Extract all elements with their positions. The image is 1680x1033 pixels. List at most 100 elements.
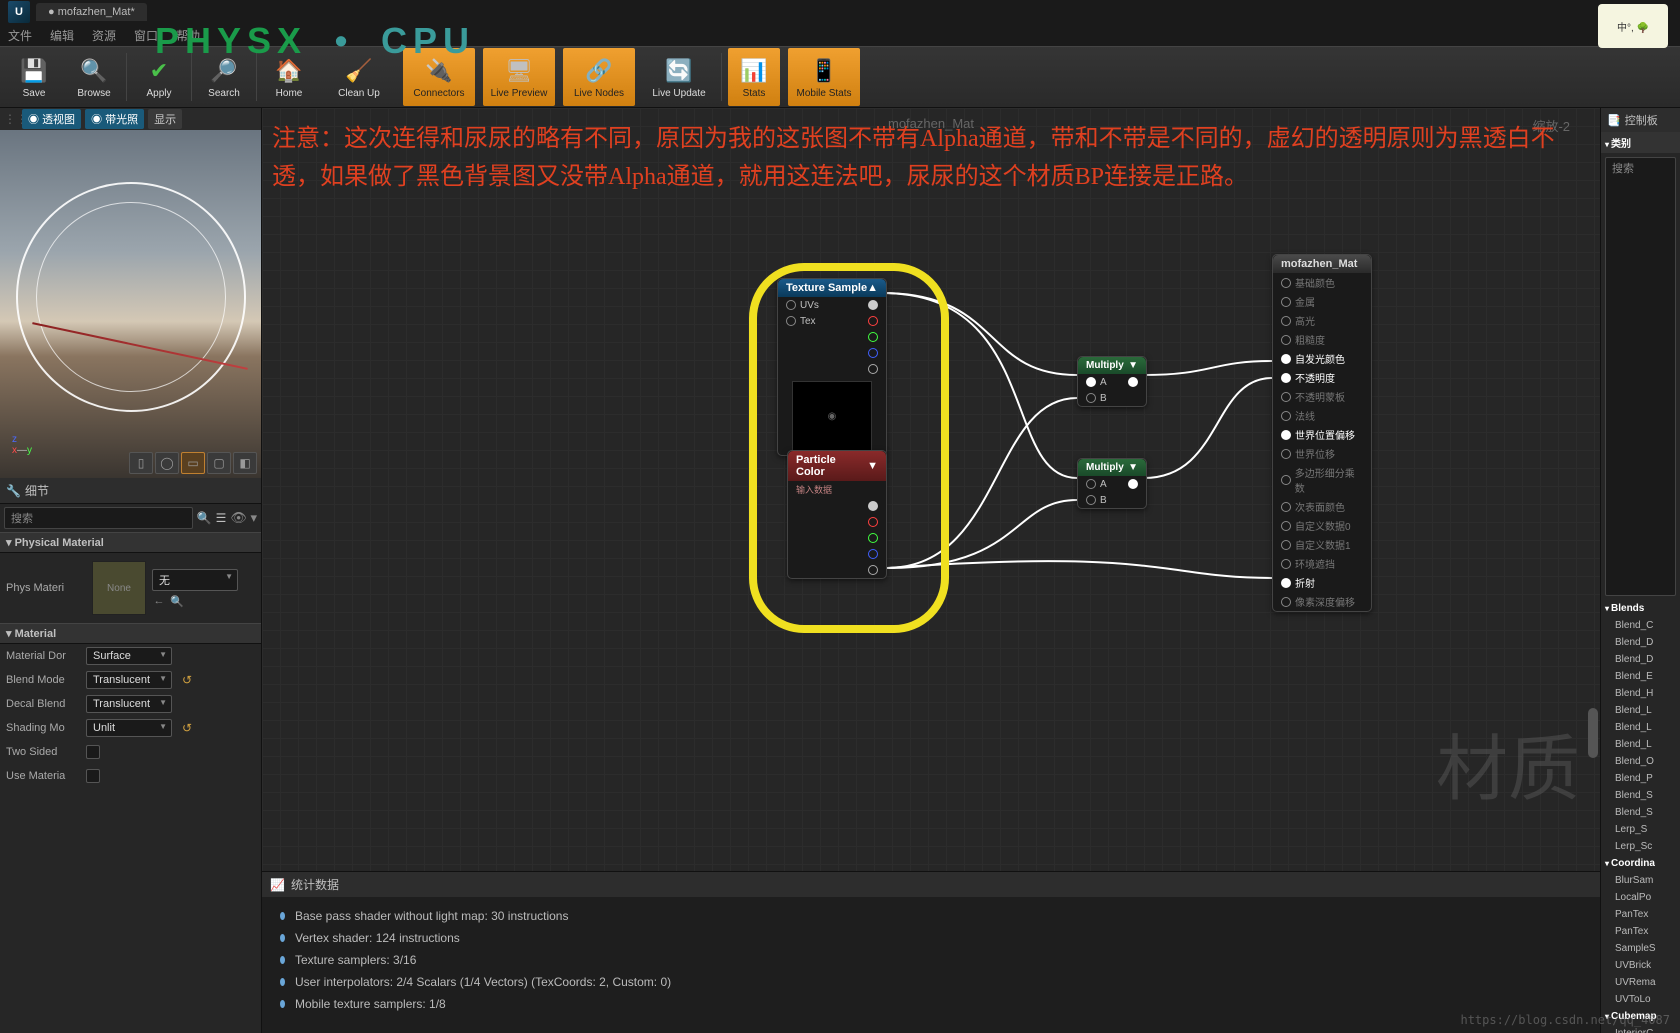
details-panel-header[interactable]: 🔧 细节 (0, 478, 261, 504)
shape-mesh-button[interactable]: ◧ (233, 452, 257, 474)
palette-search-input[interactable]: 搜索 (1605, 157, 1676, 596)
palette-group-header[interactable]: Blends (1601, 600, 1680, 617)
pin-out-alpha[interactable] (868, 364, 878, 374)
palette-header[interactable]: 📑控制板 (1601, 108, 1680, 132)
reset-icon[interactable]: ↺ (182, 721, 192, 735)
pin-out-alpha[interactable] (868, 565, 878, 575)
palette-item[interactable]: SampleS (1601, 940, 1680, 957)
live-preview-button[interactable]: 🖥Live Preview (483, 48, 555, 106)
menu-file[interactable]: 文件 (8, 27, 32, 44)
grip-icon[interactable]: ⋮⋮ (4, 112, 18, 126)
node-texture-sample[interactable]: Texture Sample▲ UVs Tex ◉ (777, 278, 887, 456)
asset-back-icon[interactable]: ← (152, 595, 166, 608)
node-material-result[interactable]: mofazhen_Mat 基础颜色金属高光粗糙度自发光颜色不透明度不透明蒙板法线… (1272, 254, 1372, 612)
shape-cylinder-button[interactable]: ▯ (129, 452, 153, 474)
pin-out[interactable] (1128, 479, 1138, 489)
stats-button[interactable]: 📊Stats (728, 48, 780, 106)
result-pin[interactable]: 自定义数据1 (1273, 535, 1371, 554)
result-pin[interactable]: 不透明蒙板 (1273, 387, 1371, 406)
decal-blend-dropdown[interactable]: Translucent (86, 695, 172, 713)
palette-item[interactable]: UVBrick (1601, 957, 1680, 974)
shape-cube-button[interactable]: ▢ (207, 452, 231, 474)
pin-b[interactable]: B (1100, 495, 1107, 506)
material-category[interactable]: ▾ Material (0, 623, 261, 644)
result-pin[interactable]: 不透明度 (1273, 368, 1371, 387)
document-tab[interactable]: ● mofazhen_Mat* (36, 3, 147, 21)
palette-item[interactable]: BlurSam (1601, 872, 1680, 889)
result-pin[interactable]: 多边形细分乘数 (1273, 463, 1371, 497)
visibility-icon[interactable]: 👁 ▾ (230, 510, 257, 526)
pin-out-red[interactable] (868, 316, 878, 326)
result-pin[interactable]: 世界位置偏移 (1273, 425, 1371, 444)
material-preview-viewport[interactable]: zx—y ▯ ◯ ▭ ▢ ◧ (0, 130, 261, 478)
use-material-checkbox[interactable] (86, 769, 100, 783)
node-multiply-2[interactable]: Multiply▼ A B (1077, 458, 1147, 509)
palette-item[interactable]: Blend_D (1601, 651, 1680, 668)
search-go-icon[interactable]: 🔍 (197, 511, 212, 525)
pin-out-red[interactable] (868, 517, 878, 527)
lighting-button[interactable]: ◉ 带光照 (85, 109, 144, 129)
pin-a[interactable]: A (1100, 479, 1107, 490)
details-search-input[interactable]: 搜索 (4, 507, 193, 529)
pin-out-blue[interactable] (868, 549, 878, 559)
palette-item[interactable]: Blend_L (1601, 702, 1680, 719)
palette-item[interactable]: UVRema (1601, 974, 1680, 991)
palette-item[interactable]: Lerp_S (1601, 821, 1680, 838)
view-perspective-button[interactable]: ◉ 透视图 (22, 109, 81, 129)
save-button[interactable]: 💾Save (8, 48, 60, 106)
palette-item[interactable]: PanTex (1601, 906, 1680, 923)
live-update-button[interactable]: 🔄Live Update (643, 48, 715, 106)
palette-categories[interactable]: 类别 (1601, 132, 1680, 153)
collapse-icon[interactable]: ▼ (867, 460, 878, 472)
reset-icon[interactable]: ↺ (182, 673, 192, 687)
phys-material-dropdown[interactable]: 无 (152, 569, 238, 591)
result-pin[interactable]: 高光 (1273, 311, 1371, 330)
palette-item[interactable]: Blend_O (1601, 753, 1680, 770)
stats-header[interactable]: 📈统计数据 (262, 872, 1600, 897)
pin-a[interactable]: A (1100, 377, 1107, 388)
result-pin[interactable]: 法线 (1273, 406, 1371, 425)
node-multiply-1[interactable]: Multiply▼ A B (1077, 356, 1147, 407)
pin-out-blue[interactable] (868, 348, 878, 358)
live-nodes-button[interactable]: 🔗Live Nodes (563, 48, 635, 106)
shape-plane-button[interactable]: ▭ (181, 452, 205, 474)
palette-item[interactable]: Blend_C (1601, 617, 1680, 634)
palette-item[interactable]: Blend_E (1601, 668, 1680, 685)
result-pin[interactable]: 世界位移 (1273, 444, 1371, 463)
result-pin[interactable]: 像素深度偏移 (1273, 592, 1371, 611)
pin-out-green[interactable] (868, 332, 878, 342)
palette-item[interactable]: Lerp_Sc (1601, 838, 1680, 855)
menu-asset[interactable]: 资源 (92, 27, 116, 44)
palette-item[interactable]: Blend_S (1601, 787, 1680, 804)
material-graph[interactable]: mofazhen_Mat 缩放-2 注意：这次连得和尿尿的略有不同，原因为我的这… (262, 108, 1600, 871)
result-pin[interactable]: 折射 (1273, 573, 1371, 592)
show-button[interactable]: 显示 (148, 109, 182, 129)
shape-sphere-button[interactable]: ◯ (155, 452, 179, 474)
palette-item[interactable]: Blend_S (1601, 804, 1680, 821)
phys-material-thumbnail[interactable]: None (92, 561, 146, 615)
collapse-icon[interactable]: ▼ (1128, 462, 1138, 473)
asset-find-icon[interactable]: 🔍 (170, 595, 184, 608)
node-particle-color[interactable]: Particle Color▼ 输入数据 (787, 450, 887, 579)
result-pin[interactable]: 粗糙度 (1273, 330, 1371, 349)
palette-item[interactable]: Blend_H (1601, 685, 1680, 702)
pin-out-white[interactable] (868, 300, 878, 310)
physical-material-category[interactable]: ▾ Physical Material (0, 532, 261, 553)
blend-mode-dropdown[interactable]: Translucent (86, 671, 172, 689)
list-icon[interactable]: ☰ (216, 511, 227, 525)
scrollbar-thumb[interactable] (1588, 708, 1598, 758)
pin-out-white[interactable] (868, 501, 878, 511)
palette-item[interactable]: UVToLo (1601, 991, 1680, 1008)
result-pin[interactable]: 金属 (1273, 292, 1371, 311)
palette-group-header[interactable]: Coordina (1601, 855, 1680, 872)
result-pin[interactable]: 环境遮挡 (1273, 554, 1371, 573)
palette-item[interactable]: Blend_L (1601, 719, 1680, 736)
mobile-stats-button[interactable]: 📱Mobile Stats (788, 48, 860, 106)
palette-item[interactable]: Blend_L (1601, 736, 1680, 753)
palette-item[interactable]: Blend_D (1601, 634, 1680, 651)
pin-uvs[interactable]: UVs (800, 300, 819, 311)
result-pin[interactable]: 次表面颜色 (1273, 497, 1371, 516)
collapse-icon[interactable]: ▼ (1128, 360, 1138, 371)
result-pin[interactable]: 自发光颜色 (1273, 349, 1371, 368)
palette-item[interactable]: PanTex (1601, 923, 1680, 940)
